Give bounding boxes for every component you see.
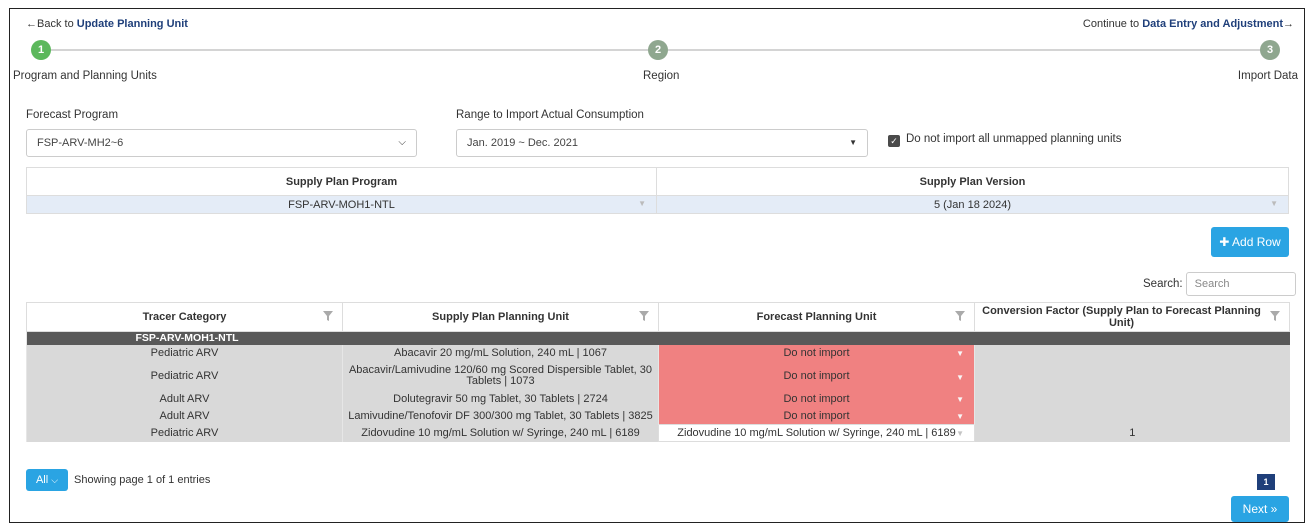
- forecast-unit-value: Do not import: [783, 347, 850, 359]
- forecast-unit-value: Do not import: [783, 369, 850, 382]
- back-prefix: Back to: [37, 18, 74, 30]
- supply-plan-program-header: Supply Plan Program: [26, 167, 657, 196]
- forecast-unit-value: Do not import: [783, 409, 850, 422]
- step-1-label: Program and Planning Units: [13, 70, 157, 82]
- table-row: Pediatric ARV Zidovudine 10 mg/mL Soluti…: [26, 424, 1290, 442]
- supply-plan-unit-header-label: Supply Plan Planning Unit: [432, 311, 569, 323]
- supply-plan-unit-cell: Dolutegravir 50 mg Tablet, 30 Tablets | …: [342, 390, 659, 408]
- caret-down-icon: ▼: [638, 199, 646, 208]
- add-row-label: Add Row: [1232, 235, 1281, 249]
- search-label: Search:: [1143, 278, 1183, 291]
- supply-plan-unit-cell: Lamivudine/Tenofovir DF 300/300 mg Table…: [342, 407, 659, 425]
- supply-plan-program-cell[interactable]: FSP-ARV-MOH1-NTL ▼: [26, 195, 657, 214]
- continue-prefix: Continue to: [1082, 18, 1140, 30]
- filter-icon[interactable]: [638, 310, 650, 322]
- caret-down-icon: ▼: [1270, 199, 1278, 208]
- range-label: Range to Import Actual Consumption: [456, 109, 644, 121]
- chevron-down-icon: ⌵: [398, 137, 406, 148]
- caret-down-icon: ▼: [849, 138, 857, 147]
- conversion-factor-header[interactable]: Conversion Factor (Supply Plan to Foreca…: [974, 302, 1290, 332]
- tracer-category-cell: Pediatric ARV: [26, 424, 343, 442]
- entries-info: Showing page 1 of 1 entries: [74, 474, 211, 486]
- search-input[interactable]: Search: [1185, 272, 1296, 296]
- conversion-factor-cell[interactable]: [974, 407, 1290, 425]
- search-area: Search: Search: [1143, 272, 1296, 296]
- forecast-unit-dropdown[interactable]: Zidovudine 10 mg/mL Solution w/ Syringe,…: [658, 424, 975, 442]
- tracer-category-cell: Pediatric ARV: [26, 361, 343, 391]
- forecast-unit-value: Zidovudine 10 mg/mL Solution w/ Syringe,…: [677, 427, 956, 439]
- supply-plan-program-value: FSP-ARV-MOH1-NTL: [288, 198, 395, 211]
- supply-plan-unit-header[interactable]: Supply Plan Planning Unit: [342, 302, 659, 332]
- filter-icon[interactable]: [954, 310, 966, 322]
- mapping-table: Tracer Category Supply Plan Planning Uni…: [26, 302, 1290, 442]
- checkbox-checked-icon[interactable]: ✓: [888, 135, 900, 147]
- group-row: FSP-ARV-MOH1-NTL: [26, 331, 1290, 345]
- supply-plan-table: Supply Plan Program Supply Plan Version …: [26, 167, 1289, 214]
- forecast-unit-dropdown[interactable]: Do not import ▼: [658, 390, 975, 408]
- conversion-factor-cell[interactable]: [974, 390, 1290, 408]
- filter-icon[interactable]: [322, 310, 334, 322]
- continue-link[interactable]: Continue to Data Entry and Adjustment→: [1083, 18, 1294, 30]
- page-size-select[interactable]: All ⌵: [26, 469, 68, 491]
- caret-down-icon: ▼: [956, 394, 964, 404]
- tracer-category-cell: Pediatric ARV: [26, 344, 343, 362]
- forecast-program-select[interactable]: FSP-ARV-MH2~6 ⌵: [26, 129, 417, 157]
- continue-link-label[interactable]: Data Entry and Adjustment: [1142, 18, 1283, 30]
- forecast-unit-dropdown[interactable]: Do not import ▼: [658, 361, 975, 391]
- step-2-label: Region: [643, 70, 680, 82]
- forecast-program-label: Forecast Program: [26, 109, 119, 121]
- forecast-unit-dropdown[interactable]: Do not import ▼: [658, 407, 975, 425]
- main-panel: ←Back to Update Planning Unit Continue t…: [9, 8, 1305, 523]
- supply-plan-unit-cell: Abacavir 20 mg/mL Solution, 240 mL | 106…: [342, 344, 659, 362]
- conversion-factor-cell[interactable]: 1: [974, 424, 1290, 442]
- tracer-category-header-label: Tracer Category: [142, 311, 227, 323]
- caret-down-icon: ▼: [956, 372, 964, 382]
- back-link-label[interactable]: Update Planning Unit: [77, 18, 188, 30]
- next-button[interactable]: Next »: [1231, 496, 1289, 522]
- caret-down-icon: ▼: [956, 411, 964, 421]
- tracer-category-header[interactable]: Tracer Category: [26, 302, 343, 332]
- unmapped-checkbox-row[interactable]: ✓ Do not import all unmapped planning uni…: [888, 133, 1121, 147]
- tracer-category-cell: Adult ARV: [26, 390, 343, 408]
- group-label: FSP-ARV-MOH1-NTL: [135, 332, 239, 345]
- supply-plan-unit-cell: Abacavir/Lamivudine 120/60 mg Scored Dis…: [342, 361, 659, 391]
- forecast-program-value: FSP-ARV-MH2~6: [37, 137, 124, 149]
- conversion-factor-header-label: Conversion Factor (Supply Plan to Foreca…: [982, 305, 1261, 329]
- supply-plan-unit-cell: Zidovudine 10 mg/mL Solution w/ Syringe,…: [342, 424, 659, 442]
- chevron-down-icon: ⌵: [51, 475, 59, 485]
- page-size-value: All: [35, 474, 49, 486]
- forecast-unit-value: Do not import: [783, 393, 850, 405]
- step-1-circle[interactable]: 1: [31, 40, 51, 60]
- checkbox-label: Do not import all unmapped planning unit…: [906, 133, 1122, 145]
- forward-arrow-icon: →: [1283, 18, 1294, 30]
- tracer-category-cell: Adult ARV: [26, 407, 343, 425]
- table-row: Adult ARV Dolutegravir 50 mg Tablet, 30 …: [26, 390, 1290, 408]
- forecast-unit-header-label: Forecast Planning Unit: [756, 311, 877, 323]
- table-row: Adult ARV Lamivudine/Tenofovir DF 300/30…: [26, 407, 1290, 425]
- supply-plan-version-cell[interactable]: 5 (Jan 18 2024) ▼: [656, 195, 1289, 214]
- conversion-factor-cell[interactable]: [974, 344, 1290, 362]
- page-1-button[interactable]: 1: [1257, 474, 1275, 490]
- conversion-factor-cell[interactable]: [974, 361, 1290, 391]
- back-link[interactable]: ←Back to Update Planning Unit: [26, 18, 188, 30]
- caret-down-icon: ▼: [956, 348, 964, 358]
- step-2-circle[interactable]: 2: [648, 40, 668, 60]
- back-arrow-icon: ←: [26, 18, 37, 30]
- supply-plan-version-value: 5 (Jan 18 2024): [933, 198, 1012, 211]
- pagination-info: All ⌵ Showing page 1 of 1 entries: [26, 469, 210, 491]
- forecast-unit-header[interactable]: Forecast Planning Unit: [658, 302, 975, 332]
- table-row: Pediatric ARV Abacavir/Lamivudine 120/60…: [26, 361, 1290, 391]
- add-row-button[interactable]: ✚ Add Row: [1211, 227, 1289, 257]
- group-label-cell: FSP-ARV-MOH1-NTL: [26, 331, 1290, 345]
- range-picker[interactable]: Jan. 2019 ~ Dec. 2021 ▼: [456, 129, 868, 157]
- caret-down-icon: ▼: [956, 429, 964, 438]
- supply-plan-version-header: Supply Plan Version: [656, 167, 1289, 196]
- step-3-circle[interactable]: 3: [1260, 40, 1280, 60]
- table-row: Pediatric ARV Abacavir 20 mg/mL Solution…: [26, 344, 1290, 362]
- filter-icon[interactable]: [1269, 310, 1281, 322]
- plus-icon: ✚: [1219, 235, 1230, 249]
- forecast-unit-dropdown[interactable]: Do not import ▼: [658, 344, 975, 362]
- step-3-label: Import Data: [1237, 70, 1298, 82]
- range-value: Jan. 2019 ~ Dec. 2021: [467, 137, 578, 149]
